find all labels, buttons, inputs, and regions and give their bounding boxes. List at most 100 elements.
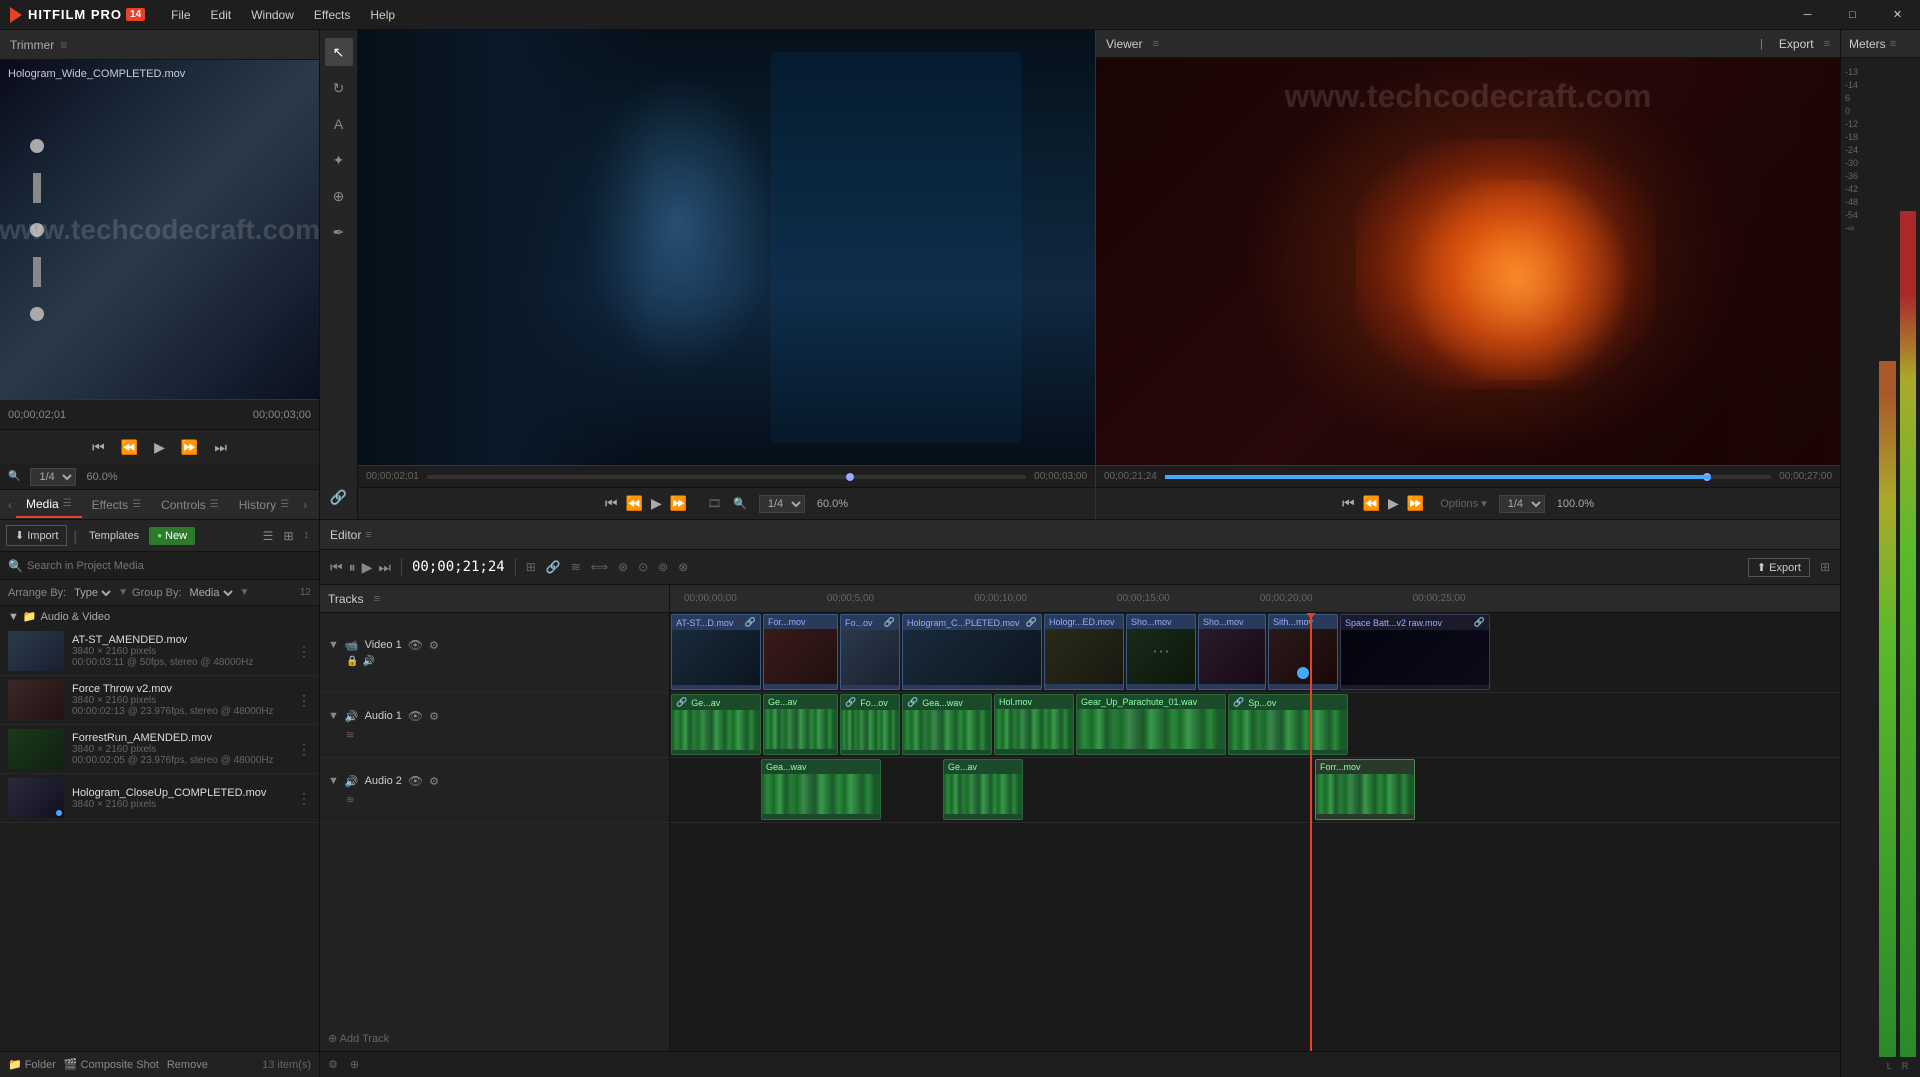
tab-controls[interactable]: Controls ☰ bbox=[151, 493, 229, 517]
search-input[interactable] bbox=[27, 560, 311, 572]
grid-view-button[interactable]: ⊞ bbox=[279, 527, 297, 545]
minimize-button[interactable]: ─ bbox=[1785, 0, 1830, 30]
tab-media[interactable]: Media ☰ bbox=[16, 492, 82, 518]
list-view-button[interactable]: ☰ bbox=[259, 527, 278, 545]
audio1-expand[interactable]: ▼ bbox=[328, 710, 339, 722]
audio2-track-visibility[interactable]: 👁 bbox=[408, 774, 423, 788]
video-clip[interactable]: Hologram_C...PLETED.mov 🔗 bbox=[902, 614, 1042, 690]
skip-end-button[interactable]: ⏭ bbox=[210, 437, 231, 458]
templates-button[interactable]: Templates bbox=[83, 527, 145, 545]
frame-back-ctrl[interactable]: ⏪ bbox=[626, 495, 643, 512]
ed-extra-btn[interactable]: ⊞ bbox=[1820, 560, 1830, 574]
text-tool[interactable]: A bbox=[325, 110, 353, 138]
main-frame-forward[interactable]: ⏩ bbox=[1407, 495, 1424, 512]
ed-trim-icon[interactable]: ⊗ bbox=[678, 560, 688, 574]
ed-frame-forward[interactable]: ⏭ bbox=[378, 559, 391, 576]
main-skip-back[interactable]: ⏮ bbox=[1342, 495, 1355, 512]
audio-clip[interactable]: 🔗 Fo...ov bbox=[840, 694, 900, 755]
camera-tool[interactable]: 🔗 bbox=[325, 483, 353, 511]
ed-skip-back[interactable]: ⏮ bbox=[330, 559, 343, 576]
tab-scroll-right[interactable]: › bbox=[299, 496, 311, 514]
new-button[interactable]: New bbox=[149, 527, 195, 545]
audio1-track-visibility[interactable]: 👁 bbox=[408, 709, 423, 723]
stop-button[interactable]: ⏩ bbox=[177, 437, 202, 458]
tracks-menu[interactable]: ≡ bbox=[374, 593, 380, 605]
list-item[interactable]: AT-ST_AMENDED.mov 3840 × 2160 pixels 00:… bbox=[0, 627, 319, 676]
menu-window[interactable]: Window bbox=[243, 4, 302, 26]
menu-help[interactable]: Help bbox=[362, 4, 403, 26]
skip-start-button[interactable]: ⏮ bbox=[88, 437, 109, 458]
remove-button[interactable]: Remove bbox=[167, 1059, 208, 1071]
trimmer-zoom-fraction[interactable]: 1/4 bbox=[30, 468, 76, 486]
audio-clip[interactable]: Hol.mov bbox=[994, 694, 1074, 755]
audio-clip[interactable]: 🔗 Ge...av bbox=[671, 694, 761, 755]
audio2-track-settings[interactable]: ⚙ bbox=[429, 775, 439, 788]
meters-menu[interactable]: ≡ bbox=[1890, 38, 1896, 50]
tab-effects[interactable]: Effects ☰ bbox=[82, 493, 151, 517]
video-clip[interactable]: Space Batt...v2 raw.mov 🔗 bbox=[1340, 614, 1490, 690]
add-track-button[interactable]: ⊕ Add Track bbox=[328, 1032, 389, 1045]
options-label[interactable]: Options ▾ bbox=[1440, 497, 1487, 510]
list-item[interactable]: Hologram_CloseUp_COMPLETED.mov 3840 × 21… bbox=[0, 774, 319, 823]
ed-slip-icon[interactable]: ⊙ bbox=[638, 560, 648, 574]
video-clip[interactable]: For...mov bbox=[763, 614, 838, 690]
orbit-tool[interactable]: ↻ bbox=[325, 74, 353, 102]
video-track-expand[interactable]: ▼ bbox=[328, 639, 339, 651]
media-options-icon[interactable]: ⋮ bbox=[297, 790, 311, 807]
audio-clip[interactable]: 🔗 Sp...ov bbox=[1228, 694, 1348, 755]
composite-shot-button[interactable]: 🎬 Composite Shot bbox=[64, 1058, 159, 1071]
audio-clip[interactable]: Gea...wav bbox=[761, 759, 881, 820]
move-tool[interactable]: ✦ bbox=[325, 146, 353, 174]
menu-effects[interactable]: Effects bbox=[306, 4, 358, 26]
main-play[interactable]: ▶ bbox=[1388, 495, 1399, 512]
video-clip[interactable]: Sith...mov bbox=[1268, 614, 1338, 690]
audio1-track-settings[interactable]: ⚙ bbox=[429, 710, 439, 723]
menu-file[interactable]: File bbox=[163, 4, 198, 26]
list-item[interactable]: ForrestRun_AMENDED.mov 3840 × 2160 pixel… bbox=[0, 725, 319, 774]
ed-snap-icon[interactable]: ⊞ bbox=[526, 560, 536, 574]
editor-menu[interactable]: ≡ bbox=[365, 529, 371, 541]
video-clip[interactable]: Hologr...ED.mov bbox=[1044, 614, 1124, 690]
audio-clip[interactable]: Gear_Up_Parachute_01.wav bbox=[1076, 694, 1226, 755]
ed-frame-back[interactable]: ⏸ bbox=[349, 559, 356, 576]
ed-magnet-icon[interactable]: ⟺ bbox=[591, 560, 608, 574]
list-item[interactable]: Force Throw v2.mov 3840 × 2160 pixels 00… bbox=[0, 676, 319, 725]
pointer-tool[interactable]: ↖ bbox=[325, 38, 353, 66]
pen-tool[interactable]: ✒ bbox=[325, 218, 353, 246]
maximize-button[interactable]: □ bbox=[1830, 0, 1875, 30]
video-clip[interactable]: Sho...mov bbox=[1198, 614, 1266, 690]
main-frame-back[interactable]: ⏪ bbox=[1363, 495, 1380, 512]
menu-edit[interactable]: Edit bbox=[203, 4, 240, 26]
video-track-settings[interactable]: ⚙ bbox=[429, 639, 439, 652]
ed-ripple-icon[interactable]: ≋ bbox=[571, 560, 581, 574]
ed-rate-icon[interactable]: ⊚ bbox=[658, 560, 668, 574]
main-viewer-zoom-select[interactable]: 1/4 bbox=[1499, 495, 1545, 513]
import-button[interactable]: ⬇ Import bbox=[6, 525, 67, 546]
vid-audio-icon[interactable]: 🔊 bbox=[362, 656, 374, 667]
group-expand-icon[interactable]: ▼ bbox=[8, 611, 19, 623]
tab-scroll-left[interactable]: ‹ bbox=[4, 496, 16, 514]
trimmer-viewer-zoom-select[interactable]: 1/4 bbox=[759, 495, 805, 513]
audio-clip[interactable]: Ge...av bbox=[763, 694, 838, 755]
play-pause-button[interactable]: ▶ bbox=[150, 437, 169, 458]
step-back-button[interactable]: ⏪ bbox=[117, 437, 142, 458]
audio-clip[interactable]: Ge...av bbox=[943, 759, 1023, 820]
media-options-icon[interactable]: ⋮ bbox=[297, 692, 311, 709]
vid-lock-icon[interactable]: 🔒 bbox=[346, 656, 358, 667]
export-button[interactable]: ⬆ Export bbox=[1748, 558, 1810, 577]
video-clip[interactable]: AT-ST...D.mov 🔗 bbox=[671, 614, 761, 690]
folder-button[interactable]: 📁 Folder bbox=[8, 1058, 56, 1071]
audio-clip[interactable]: Forr...mov bbox=[1315, 759, 1415, 820]
close-button[interactable]: ✕ bbox=[1875, 0, 1920, 30]
ed-play[interactable]: ▶ bbox=[362, 559, 373, 576]
skip-back-ctrl[interactable]: ⏮ bbox=[605, 495, 618, 512]
audio-clip[interactable]: 🔗 Gea...wav bbox=[902, 694, 992, 755]
crop-tool[interactable]: ⊕ bbox=[325, 182, 353, 210]
video-clip[interactable]: Fo...ov 🔗 bbox=[840, 614, 900, 690]
group-select[interactable]: Media bbox=[186, 586, 236, 600]
video-track-visibility[interactable]: 👁 bbox=[408, 638, 423, 652]
audio2-expand[interactable]: ▼ bbox=[328, 775, 339, 787]
media-options-icon[interactable]: ⋮ bbox=[297, 643, 311, 660]
frame-forward-ctrl[interactable]: ⏩ bbox=[670, 495, 687, 512]
ed-roll-icon[interactable]: ⊛ bbox=[618, 560, 628, 574]
